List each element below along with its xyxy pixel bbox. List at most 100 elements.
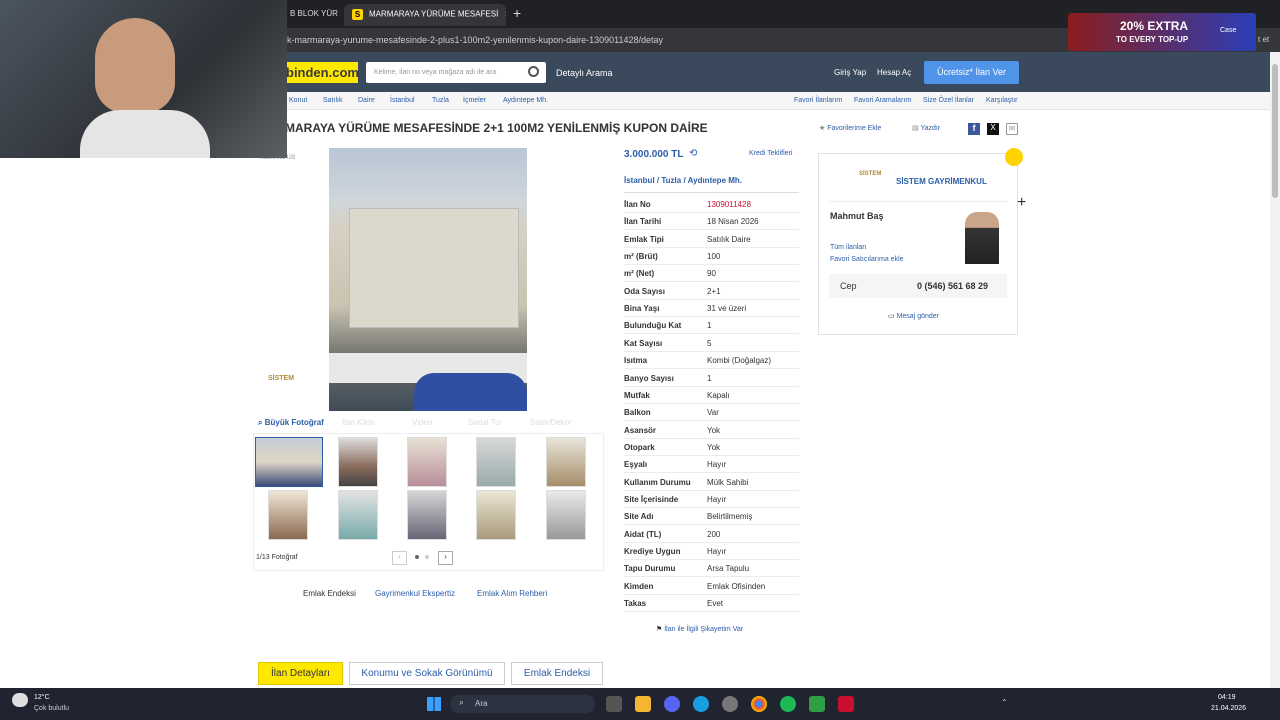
close-icon[interactable]: ✕: [504, 10, 506, 19]
video-button[interactable]: Video: [412, 418, 432, 427]
thumbnail[interactable]: [546, 437, 586, 487]
cursor-crosshair-icon: +: [1017, 194, 1027, 211]
thumbnail[interactable]: [338, 490, 378, 540]
windows-start-icon[interactable]: [427, 697, 441, 711]
tab-label: B BLOK YÜR: [290, 9, 338, 18]
favorite-seller-link[interactable]: Favori Satıcılarıma ekle: [830, 256, 904, 263]
post-ad-button[interactable]: Ücretsiz* İlan Ver: [924, 61, 1019, 84]
tab-listing-details[interactable]: İlan Detayları: [258, 662, 343, 685]
detail-key: m² (Net): [624, 269, 655, 279]
favorite-listings-link[interactable]: Favori İlanlarım: [794, 97, 842, 104]
register-link[interactable]: Hesap Aç: [877, 68, 911, 77]
page-dot[interactable]: [425, 555, 429, 559]
index-link[interactable]: Emlak Endeksi: [303, 589, 356, 598]
complaint-link[interactable]: ⚑ İlan ile İlgili Şikayetim Var: [656, 625, 743, 633]
credit-offers-link[interactable]: Kredi Teklifleri: [749, 150, 792, 157]
clock-time[interactable]: 04:19: [1218, 694, 1236, 701]
detail-value: Emlak Ofisinden: [707, 581, 766, 591]
detail-value: Kombi (Doğalgaz): [707, 356, 772, 366]
divider: [624, 192, 799, 193]
detail-row: Isıtma Kombi (Doğalgaz): [624, 352, 799, 370]
weather-icon[interactable]: [12, 693, 28, 707]
big-photo-button[interactable]: ⌕ Büyük Fotoğraf: [258, 418, 324, 428]
new-tab-button[interactable]: +: [513, 5, 521, 21]
chrome-icon[interactable]: [751, 696, 767, 712]
main-photo[interactable]: [329, 148, 527, 411]
sold-button[interactable]: Satılı/Dekor: [530, 418, 572, 427]
thumbnail[interactable]: [255, 437, 323, 487]
thumbnail[interactable]: [338, 437, 378, 487]
search-icon[interactable]: [528, 66, 539, 77]
printer-icon: ▤: [912, 125, 919, 132]
special-listings-link[interactable]: Size Özel İlanlar: [923, 97, 974, 104]
tab-active[interactable]: S MARMARAYA YÜRÜME MESAFESİ ✕: [344, 4, 506, 26]
page-dot[interactable]: [415, 555, 419, 559]
task-view-icon[interactable]: [606, 696, 622, 712]
seller-logo[interactable]: SİSTEM: [859, 171, 881, 177]
history-icon[interactable]: ⟲: [689, 148, 697, 159]
login-link[interactable]: Giriş Yap: [834, 68, 866, 77]
breadcrumb-item[interactable]: Satılık: [323, 97, 342, 104]
settings-icon[interactable]: [722, 696, 738, 712]
detail-key: Kullanım Durumu: [624, 477, 691, 487]
detail-key: Bulunduğu Kat: [624, 321, 682, 331]
detail-value: 5: [707, 338, 712, 348]
tab-real-estate-index[interactable]: Emlak Endeksi: [511, 662, 603, 685]
thumbnail[interactable]: [407, 490, 447, 540]
app-icon[interactable]: [838, 696, 854, 712]
tray-chevron-icon[interactable]: ⌃: [1001, 698, 1008, 707]
tab-previous[interactable]: B BLOK YÜR✕: [282, 4, 344, 26]
seller-company[interactable]: SİSTEM GAYRİMENKUL: [896, 177, 987, 186]
all-ads-link[interactable]: Tüm ilanları: [830, 244, 867, 251]
file-explorer-icon[interactable]: [635, 696, 651, 712]
chevron-left-icon[interactable]: ‹: [392, 551, 407, 565]
detail-row: Kullanım Durumu Mülk Sahibi: [624, 474, 799, 491]
print-button[interactable]: ▤ Yazdır: [912, 124, 940, 132]
favorite-searches-link[interactable]: Favori Aramalarım: [854, 97, 911, 104]
taskbar-search[interactable]: [450, 695, 595, 713]
phone-number[interactable]: 0 (546) 561 68 29: [917, 281, 988, 291]
url-field[interactable]: k-marmaraya-yurume-mesafesinde-2-plus1-1…: [287, 35, 663, 45]
map-button[interactable]: İlan Kilde: [342, 418, 375, 427]
message-button[interactable]: ▭ Mesaj gönder: [888, 312, 939, 320]
detailed-search-link[interactable]: Detaylı Arama: [556, 68, 613, 78]
breadcrumb-item[interactable]: Konut: [289, 97, 307, 104]
ad-banner[interactable]: 20% EXTRA TO EVERY TOP-UP Case: [1068, 13, 1256, 51]
thumbnail[interactable]: [407, 437, 447, 487]
facebook-icon[interactable]: f: [968, 123, 980, 135]
search-input[interactable]: Kelime, ilan no veya mağaza adı ile ara: [366, 62, 546, 83]
thumbnail[interactable]: [476, 490, 516, 540]
thumbnail[interactable]: [476, 437, 516, 487]
appraisal-link[interactable]: Gayrimenkul Ekspertiz: [375, 589, 455, 598]
thumbnail[interactable]: [268, 490, 308, 540]
favorite-button[interactable]: ★ Favorilerime Ekle: [819, 124, 881, 132]
detail-key: İlan No: [624, 200, 651, 209]
discord-icon[interactable]: [664, 696, 680, 712]
mail-icon[interactable]: ✉: [1006, 123, 1018, 135]
scrollbar-thumb[interactable]: [1272, 64, 1278, 198]
breadcrumb-item[interactable]: Daire: [358, 97, 375, 104]
breadcrumb-item[interactable]: İçmeler: [463, 97, 486, 104]
webcam-overlay: [0, 0, 287, 158]
location-breadcrumb[interactable]: İstanbul / Tuzla / Aydıntepe Mh.: [624, 176, 742, 185]
site-logo[interactable]: binden.com: [280, 62, 359, 83]
virtual-tour-button[interactable]: Sanal Tur: [468, 418, 502, 427]
clock-date[interactable]: 21.04.2026: [1211, 705, 1246, 712]
app-icon[interactable]: [809, 696, 825, 712]
breadcrumb-item[interactable]: Tuzla: [432, 97, 449, 104]
detail-value: Belirtilmemiş: [707, 512, 753, 522]
compare-link[interactable]: Karşılaştır: [986, 97, 1018, 104]
tab-label: MARMARAYA YÜRÜME MESAFESİ: [369, 9, 499, 19]
breadcrumb-item[interactable]: Aydıntepe Mh.: [503, 97, 548, 104]
detail-value: 100: [707, 252, 721, 262]
thumbnail[interactable]: [546, 490, 586, 540]
buying-guide-link[interactable]: Emlak Alım Rehberi: [477, 589, 547, 598]
detail-key: Isıtma: [624, 356, 648, 366]
x-share-icon[interactable]: X: [987, 123, 999, 135]
edge-icon[interactable]: [693, 696, 709, 712]
tab-location-street[interactable]: Konumu ve Sokak Görünümü: [349, 662, 505, 685]
chevron-right-icon[interactable]: ›: [438, 551, 453, 565]
spotify-icon[interactable]: [780, 696, 796, 712]
breadcrumb-item[interactable]: İstanbul: [390, 97, 415, 104]
weather-temp[interactable]: 12°C: [34, 694, 50, 701]
